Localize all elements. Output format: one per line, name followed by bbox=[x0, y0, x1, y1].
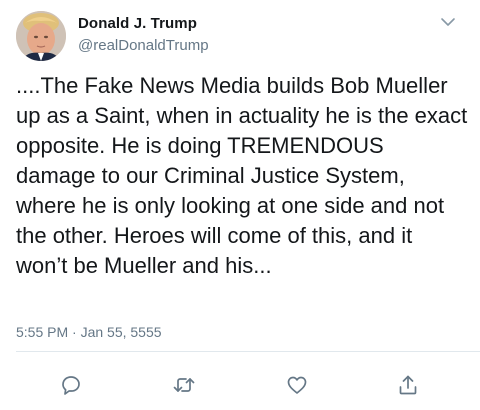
share-button[interactable] bbox=[396, 373, 420, 397]
retweet-icon bbox=[173, 378, 195, 392]
tweet-timestamp[interactable]: 5:55 PM · Jan 55, 5555 bbox=[16, 324, 162, 340]
share-icon bbox=[399, 375, 417, 395]
heart-icon bbox=[287, 376, 307, 394]
avatar-image bbox=[16, 11, 66, 61]
display-name[interactable]: Donald J. Trump bbox=[78, 15, 197, 32]
retweet-button[interactable] bbox=[172, 373, 196, 397]
avatar[interactable] bbox=[16, 11, 66, 61]
chevron-down-icon[interactable] bbox=[438, 14, 458, 32]
tweet-card: Donald J. Trump @realDonaldTrump ....The… bbox=[0, 0, 480, 410]
reply-icon bbox=[62, 376, 80, 395]
like-button[interactable] bbox=[285, 373, 309, 397]
user-handle[interactable]: @realDonaldTrump bbox=[78, 37, 209, 54]
divider bbox=[16, 351, 480, 352]
reply-button[interactable] bbox=[59, 373, 83, 397]
tweet-text: ....The Fake News Media builds Bob Muell… bbox=[16, 73, 468, 278]
